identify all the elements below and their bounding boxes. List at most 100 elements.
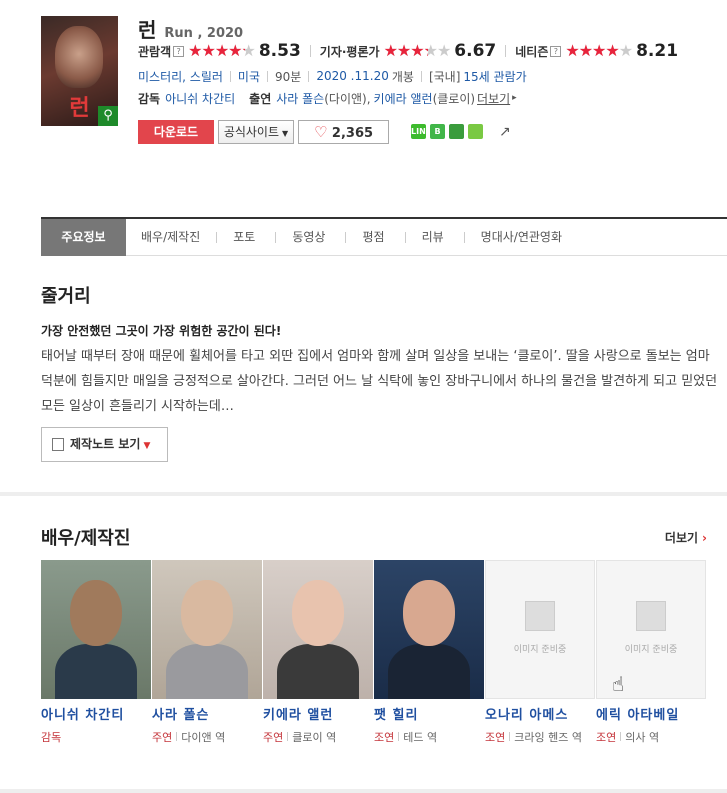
no-image-text: 이미지 준비중	[624, 645, 678, 655]
image-placeholder-icon	[636, 601, 666, 631]
cast-photo[interactable]	[41, 560, 151, 699]
actor-link[interactable]: 키에라 앨런	[374, 90, 433, 107]
bookmark-share-icon[interactable]	[449, 124, 464, 139]
movie-meta: 미스터리, 스릴러 미국 90분 2020 .11.20 개봉 [국내] 15세…	[138, 68, 727, 84]
tab-video[interactable]: 동영상	[292, 219, 325, 256]
tab-photo[interactable]: 포토	[233, 219, 255, 256]
rating-audience: 관람객 ? ★★★★★ ★★★★★ 8.53	[138, 41, 301, 61]
release-date-link[interactable]: 2020 .11.20	[316, 69, 389, 83]
cast-role: 조연	[374, 731, 395, 744]
chevron-right-icon: ▸	[512, 93, 517, 103]
zoom-icon[interactable]: ⚲	[98, 106, 118, 126]
rating-netizen: 네티즌 ? ★★★★★ ★★★★★ 8.21	[515, 41, 678, 61]
cast-label: 출연	[249, 91, 272, 106]
rating-label: 관람객	[138, 44, 172, 59]
cast-role-line: 주연 다이앤 역	[152, 729, 263, 746]
movie-title: 런	[138, 18, 157, 42]
synopsis-section: 줄거리 가장 안전했던 그곳이 가장 위험한 공간이 된다! 태어날 때부터 장…	[41, 282, 721, 419]
share-icon[interactable]: ↗	[499, 124, 511, 140]
tab-score[interactable]: 평점	[362, 219, 384, 256]
cast-card[interactable]: 사라 폴슨주연 다이앤 역	[152, 560, 263, 746]
cast-card[interactable]: 팻 힐리조연 테드 역	[374, 560, 485, 746]
credits-more-link[interactable]: 더보기	[477, 90, 510, 107]
cast-card[interactable]: 아니쉬 차간티감독	[41, 560, 152, 746]
cast-more-link[interactable]: 더보기 ›	[665, 529, 707, 546]
cast-photo[interactable]	[152, 560, 262, 699]
cast-character: 의사 역	[625, 731, 660, 744]
help-icon[interactable]: ?	[550, 45, 562, 57]
help-icon[interactable]: ?	[173, 45, 185, 57]
cast-role: 감독	[41, 731, 62, 744]
cast-role-line: 감독	[41, 729, 152, 746]
runtime: 90분	[275, 69, 302, 84]
heart-icon: ♡	[313, 123, 328, 141]
director-link[interactable]: 아니쉬 차간티	[165, 90, 235, 107]
image-placeholder-icon	[525, 601, 555, 631]
country-link[interactable]: 미국	[238, 68, 260, 85]
rating-label: 네티즌	[515, 44, 549, 59]
cast-name[interactable]: 키에라 앨런	[263, 704, 374, 723]
band-share-icon[interactable]: B	[430, 124, 445, 139]
poster-face	[55, 26, 103, 88]
cast-role: 조연	[485, 731, 506, 744]
cast-character: 크라잉 헨즈 역	[514, 731, 582, 744]
synopsis-heading: 줄거리	[41, 286, 91, 307]
release-suffix: 개봉	[391, 69, 414, 84]
cast-name[interactable]: 팻 힐리	[374, 704, 485, 723]
cast-role: 주연	[152, 731, 173, 744]
genre-link[interactable]: 미스터리, 스릴러	[138, 68, 223, 85]
official-site-dropdown[interactable]: 공식사이트 ▼	[218, 120, 294, 144]
no-image-text: 이미지 준비중	[513, 645, 567, 655]
document-icon	[52, 438, 64, 451]
cast-photo[interactable]	[263, 560, 373, 699]
tab-quotes[interactable]: 명대사/연관영화	[481, 219, 562, 256]
cast-card[interactable]: 이미지 준비중오나리 아메스조연 크라잉 헨즈 역	[485, 560, 596, 746]
credits: 감독 아니쉬 차간티 출연 사라 폴슨 (다이앤), 키에라 앨런 (클로이) …	[138, 90, 727, 106]
rating-score: 6.67	[454, 41, 497, 61]
tab-review[interactable]: 리뷰	[422, 219, 444, 256]
cast-name[interactable]: 사라 폴슨	[152, 704, 263, 723]
movie-poster[interactable]: 런 ⚲	[41, 16, 118, 126]
tab-main-info[interactable]: 주요정보	[41, 218, 126, 256]
rating-prefix: [국내]	[428, 69, 461, 84]
cast-name[interactable]: 아니쉬 차간티	[41, 704, 152, 723]
cast-role-line: 주연 클로이 역	[263, 729, 374, 746]
rating-critics: 기자·평론가 ★★★★★ ★★★★★ 6.67	[320, 41, 496, 61]
rating-label: 기자·평론가	[319, 44, 380, 59]
cast-role-line: 조연 테드 역	[374, 729, 485, 746]
synopsis-tagline: 가장 안전했던 그곳이 가장 위험한 공간이 된다!	[41, 324, 282, 338]
age-rating-link[interactable]: 15세 관람가	[463, 68, 526, 85]
cast-photo[interactable]: 이미지 준비중	[485, 560, 595, 699]
download-button[interactable]: 다운로드	[138, 120, 214, 144]
movie-info: 런 Run , 2020 관람객 ? ★★★★★ ★★★★★ 8.53 기자·평…	[138, 14, 727, 106]
memo-share-icon[interactable]	[468, 124, 483, 139]
cast-name[interactable]: 오나리 아메스	[485, 704, 596, 723]
cast-card[interactable]: 이미지 준비중에릭 아타베일조연 의사 역	[596, 560, 707, 746]
actor-link[interactable]: 사라 폴슨	[276, 90, 324, 107]
cast-name[interactable]: 에릭 아타베일	[596, 704, 707, 723]
caret-down-icon: ▼	[140, 441, 151, 451]
cast-character: 다이앤 역	[181, 731, 226, 744]
cast-heading: 배우/제작진	[41, 528, 131, 549]
cast-header: 배우/제작진 더보기 ›	[41, 524, 707, 550]
chevron-right-icon: ›	[702, 530, 707, 545]
cast-role: 조연	[596, 731, 617, 744]
synopsis-text: 태어날 때부터 장애 때문에 휠체어를 타고 외딴 집에서 엄마와 함께 살며 …	[41, 349, 718, 414]
tab-cast[interactable]: 배우/제작진	[141, 219, 200, 256]
like-button[interactable]: ♡ 2,365	[298, 120, 389, 144]
actor-role: (클로이)	[432, 91, 476, 106]
cast-photo[interactable]	[374, 560, 484, 699]
production-note-button[interactable]: 제작노트 보기 ▼	[41, 427, 168, 462]
action-bar: 다운로드 공식사이트 ▼ ♡ 2,365 LINE B ↗	[138, 120, 511, 144]
star-rating: ★★★★★ ★★★★★	[188, 41, 256, 60]
star-rating: ★★★★★ ★★★★★	[383, 41, 452, 60]
caret-down-icon: ▼	[282, 129, 289, 138]
cast-role-line: 조연 크라잉 헨즈 역	[485, 729, 596, 746]
cast-card[interactable]: 키에라 앨런주연 클로이 역	[263, 560, 374, 746]
cast-character: 클로이 역	[292, 731, 337, 744]
cast-role-line: 조연 의사 역	[596, 729, 707, 746]
ratings: 관람객 ? ★★★★★ ★★★★★ 8.53 기자·평론가 ★★★★★ ★★★★…	[138, 40, 727, 62]
section-divider	[0, 492, 727, 496]
movie-title-en: Run , 2020	[164, 26, 244, 41]
line-share-icon[interactable]: LINE	[411, 124, 431, 139]
